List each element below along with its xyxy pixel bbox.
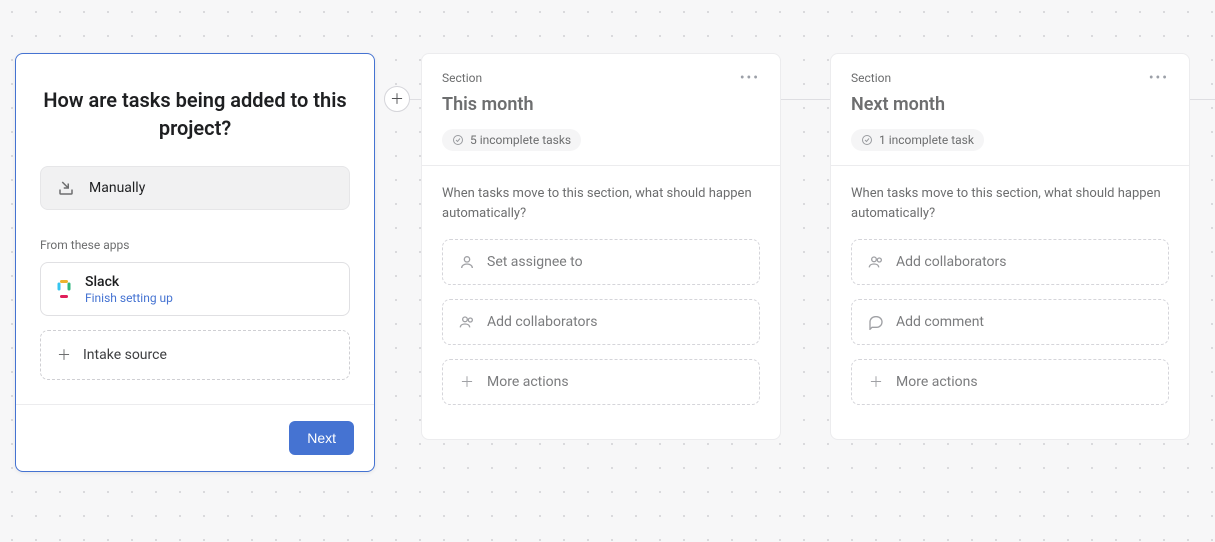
more-menu-icon[interactable]: •••: [740, 70, 760, 86]
automation-prompt: When tasks move to this section, what sh…: [851, 184, 1169, 223]
action-set-assignee[interactable]: Set assignee to: [442, 239, 760, 285]
next-button[interactable]: Next: [289, 421, 354, 455]
action-label: More actions: [896, 374, 978, 390]
app-row-slack[interactable]: Slack Finish setting up: [40, 262, 350, 316]
add-intake-source[interactable]: ＋ Intake source: [40, 330, 350, 380]
wizard-title: How are tasks being added to this projec…: [40, 86, 350, 142]
plus-icon: ＋: [459, 374, 475, 390]
more-menu-icon[interactable]: •••: [1149, 70, 1169, 86]
app-sub-link[interactable]: Finish setting up: [85, 291, 173, 305]
arrow-into-box-icon: [57, 179, 75, 197]
action-more[interactable]: ＋ More actions: [442, 359, 760, 405]
intake-source-label: Intake source: [83, 347, 167, 363]
manual-option[interactable]: Manually: [40, 166, 350, 210]
users-icon: [459, 314, 475, 330]
action-more[interactable]: ＋ More actions: [851, 359, 1169, 405]
incomplete-tasks-pill[interactable]: 1 incomplete task: [851, 129, 984, 151]
comment-icon: [868, 314, 884, 330]
add-step-button[interactable]: ＋: [384, 86, 410, 112]
check-circle-icon: [861, 134, 873, 146]
section-title: Next month: [851, 94, 1169, 115]
plus-icon: ＋: [57, 345, 71, 365]
incomplete-tasks-pill[interactable]: 5 incomplete tasks: [442, 129, 581, 151]
section-card-next-month: Section ••• Next month 1 incomplete task…: [830, 53, 1190, 440]
action-add-collaborators[interactable]: Add collaborators: [442, 299, 760, 345]
section-title: This month: [442, 94, 760, 115]
section-label: Section: [851, 71, 891, 85]
action-label: Add collaborators: [896, 254, 1006, 270]
action-label: Set assignee to: [487, 254, 583, 270]
action-label: More actions: [487, 374, 569, 390]
app-name: Slack: [85, 273, 173, 291]
incomplete-count: 5 incomplete tasks: [470, 133, 571, 147]
user-icon: [459, 254, 475, 270]
section-label: Section: [442, 71, 482, 85]
slack-icon: [55, 280, 73, 298]
action-add-comment[interactable]: Add comment: [851, 299, 1169, 345]
section-card-this-month: Section ••• This month 5 incomplete task…: [421, 53, 781, 440]
action-add-collaborators[interactable]: Add collaborators: [851, 239, 1169, 285]
action-label: Add collaborators: [487, 314, 597, 330]
users-icon: [868, 254, 884, 270]
plus-icon: ＋: [390, 89, 404, 109]
action-label: Add comment: [896, 314, 984, 330]
check-circle-icon: [452, 134, 464, 146]
manual-option-label: Manually: [89, 180, 145, 196]
from-apps-label: From these apps: [40, 238, 350, 252]
intake-wizard-card: How are tasks being added to this projec…: [15, 53, 375, 472]
automation-prompt: When tasks move to this section, what sh…: [442, 184, 760, 223]
plus-icon: ＋: [868, 374, 884, 390]
incomplete-count: 1 incomplete task: [879, 133, 974, 147]
